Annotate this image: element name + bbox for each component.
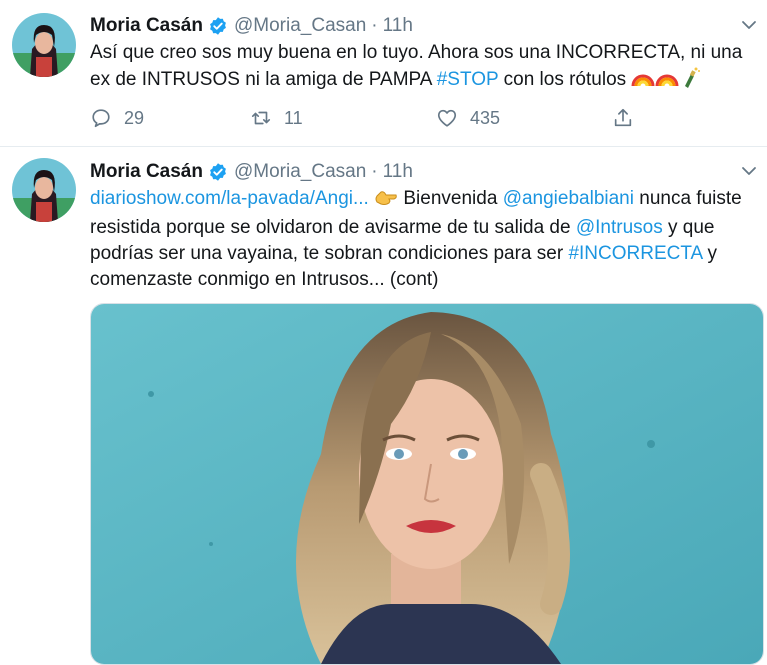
tweet-text: diarioshow.com/la-pavada/Angi... Bienven… [90,186,753,293]
author-name[interactable]: Moria Casán [90,161,203,183]
tweet-text: Así que creo sos muy buena en lo tuyo. A… [90,40,753,96]
tweet-1[interactable]: Moria Casán @Moria_Casan · 11h Así que c… [0,0,767,147]
chevron-down-icon[interactable] [740,162,758,180]
like-button[interactable]: 435 [436,107,612,129]
author-handle[interactable]: @Moria_Casan [234,161,366,183]
separator-dot: · [371,161,378,182]
tweet-header: Moria Casán @Moria_Casan · 11h [90,160,413,184]
tweet-media-image[interactable] [90,303,764,665]
author-handle[interactable]: @Moria_Casan [234,15,366,37]
champagne-icon [679,66,701,96]
reply-button[interactable]: 29 [90,107,250,129]
reply-icon [92,109,110,128]
photo-woman-portrait [91,304,763,664]
avatar-image [12,13,76,77]
retweet-count: 11 [284,107,303,128]
verified-badge-icon [210,163,226,181]
mention-link[interactable]: @angiebalbiani [503,188,634,209]
hashtag-link[interactable]: #INCORRECTA [568,243,702,264]
article-link[interactable]: diarioshow.com/la-pavada/Angi... [90,188,369,209]
rainbow-icon [631,68,655,96]
share-icon [614,108,632,127]
chevron-down-icon[interactable] [740,16,758,34]
hashtag-link[interactable]: #STOP [437,69,499,90]
rainbow-icon [655,68,679,96]
like-count: 435 [470,107,501,128]
share-button[interactable] [612,107,646,129]
tweet-actions: 29 11 435 [90,107,646,129]
mention-link[interactable]: @Intrusos [576,217,663,238]
tweet-text-part: Bienvenida [398,188,503,209]
avatar[interactable] [12,13,76,77]
author-name[interactable]: Moria Casán [90,15,203,37]
tweet-text-part: con los rótulos [498,69,627,90]
retweet-button[interactable]: 11 [250,107,436,129]
avatar-image [12,158,76,222]
retweet-icon [251,111,271,125]
tweet-timestamp[interactable]: 11h [383,15,413,37]
reply-count: 29 [124,107,145,128]
tweet-header: Moria Casán @Moria_Casan · 11h [90,14,413,38]
tweet-timestamp[interactable]: 11h [383,161,413,183]
separator-dot: · [371,15,378,36]
avatar[interactable] [12,158,76,222]
pointing-hand-icon [374,189,398,215]
heart-icon [437,109,457,127]
tweet-2[interactable]: Moria Casán @Moria_Casan · 11h diariosho… [0,146,767,665]
verified-badge-icon [210,17,226,35]
